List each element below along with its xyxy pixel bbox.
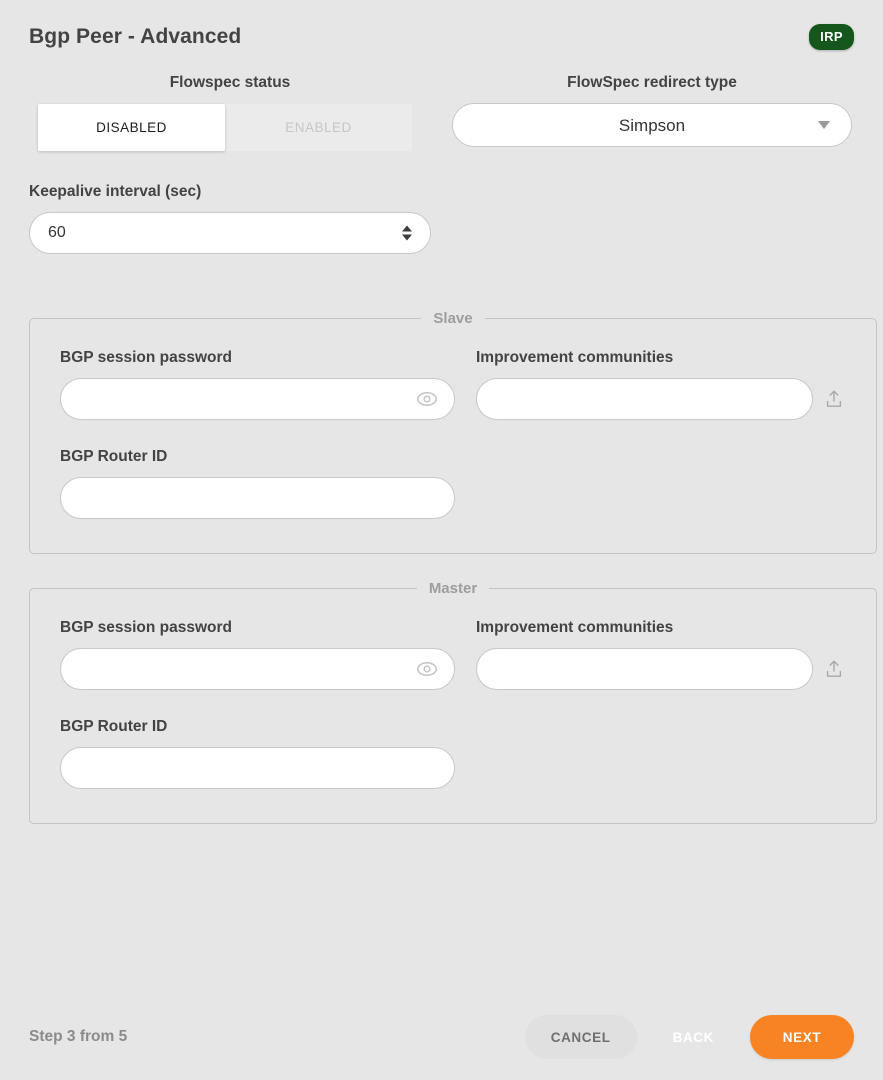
- slave-communities-label: Improvement communities: [476, 349, 674, 366]
- flowspec-redirect-type-field: FlowSpec redirect type Simpson: [452, 74, 852, 151]
- number-spinner-icon[interactable]: [402, 225, 412, 241]
- flowspec-status-label: Flowspec status: [169, 74, 291, 91]
- eye-icon[interactable]: [416, 391, 438, 407]
- eye-icon[interactable]: [416, 661, 438, 677]
- slave-router-id-row: BGP Router ID: [60, 448, 846, 519]
- flowspec-status-toggle[interactable]: DISABLED ENABLED: [29, 104, 431, 151]
- cancel-button[interactable]: CANCEL: [524, 1015, 637, 1059]
- step-indicator: Step 3 from 5: [29, 1028, 128, 1045]
- footer-actions: CANCEL BACK NEXT: [524, 1015, 854, 1059]
- next-button[interactable]: NEXT: [750, 1015, 854, 1059]
- main-content: Flowspec status DISABLED ENABLED FlowSpe…: [0, 74, 883, 824]
- slave-password-label: BGP session password: [60, 349, 232, 366]
- flowspec-redirect-type-value: Simpson: [618, 115, 686, 135]
- upload-icon[interactable]: [822, 386, 846, 412]
- master-password-field: BGP session password: [60, 619, 455, 690]
- master-router-id-input[interactable]: [60, 747, 455, 789]
- master-communities-input[interactable]: [476, 648, 813, 690]
- group-slave: Slave BGP session password Improvement c…: [29, 310, 877, 554]
- flowspec-status-field: Flowspec status DISABLED ENABLED: [29, 74, 431, 151]
- page-header: Bgp Peer - Advanced IRP: [0, 0, 883, 74]
- slave-communities-input[interactable]: [476, 378, 813, 420]
- spinner-down-icon[interactable]: [402, 234, 412, 241]
- keepalive-value: 60: [48, 224, 66, 241]
- slave-credentials-row: BGP session password Improvement communi…: [60, 349, 846, 420]
- irp-badge: IRP: [809, 24, 854, 50]
- spinner-up-icon[interactable]: [402, 225, 412, 232]
- upload-icon[interactable]: [822, 656, 846, 682]
- keepalive-label: Keepalive interval (sec): [29, 183, 202, 200]
- master-communities-field: Improvement communities: [476, 619, 846, 690]
- group-master: Master BGP session password Improvement …: [29, 580, 877, 824]
- keepalive-field: Keepalive interval (sec) 60: [29, 183, 431, 254]
- keepalive-input[interactable]: 60: [29, 212, 431, 254]
- back-button[interactable]: BACK: [655, 1015, 732, 1059]
- group-master-legend: Master: [428, 580, 478, 597]
- master-router-id-field: BGP Router ID: [60, 718, 455, 789]
- slave-router-id-input[interactable]: [60, 477, 455, 519]
- slave-password-input[interactable]: [60, 378, 455, 420]
- master-communities-label: Improvement communities: [476, 619, 674, 636]
- slave-router-id-field: BGP Router ID: [60, 448, 455, 519]
- toggle-option-disabled[interactable]: DISABLED: [38, 104, 225, 151]
- slave-communities-field: Improvement communities: [476, 349, 846, 420]
- master-credentials-row: BGP session password Improvement communi…: [60, 619, 846, 690]
- flowspec-row: Flowspec status DISABLED ENABLED FlowSpe…: [29, 74, 854, 151]
- slave-router-id-label: BGP Router ID: [60, 448, 168, 465]
- master-router-id-label: BGP Router ID: [60, 718, 168, 735]
- chevron-down-icon: [818, 121, 830, 129]
- wizard-footer: Step 3 from 5 CANCEL BACK NEXT: [0, 994, 883, 1080]
- flowspec-redirect-type-label: FlowSpec redirect type: [567, 74, 737, 91]
- slave-password-field: BGP session password: [60, 349, 455, 420]
- toggle-option-enabled[interactable]: ENABLED: [225, 104, 412, 151]
- keepalive-row: Keepalive interval (sec) 60: [29, 183, 854, 254]
- master-password-label: BGP session password: [60, 619, 232, 636]
- master-router-id-row: BGP Router ID: [60, 718, 846, 789]
- page-title: Bgp Peer - Advanced: [29, 25, 242, 48]
- master-password-input[interactable]: [60, 648, 455, 690]
- group-slave-legend: Slave: [433, 310, 473, 327]
- flowspec-redirect-type-select[interactable]: Simpson: [452, 103, 852, 147]
